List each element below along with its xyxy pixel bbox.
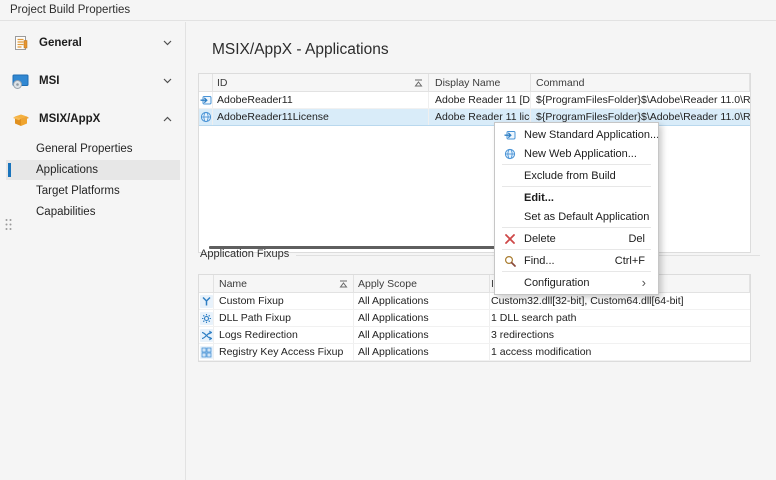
- sidebar-item-label: General: [39, 37, 82, 49]
- standard-app-icon: [495, 129, 524, 141]
- web-app-icon: [199, 109, 213, 125]
- chevron-down-icon[interactable]: [163, 40, 172, 46]
- menu-item-configuration[interactable]: Configuration ›: [495, 273, 658, 292]
- menu-item-delete[interactable]: Delete Del: [495, 229, 658, 248]
- menu-separator: [502, 249, 651, 250]
- header-name-column[interactable]: Name: [214, 275, 354, 292]
- drag-grip-icon[interactable]: [4, 218, 13, 236]
- window-title-bar: Project Build Properties: [0, 0, 776, 21]
- sort-ascending-icon: [414, 79, 423, 87]
- cell-apply-scope: All Applications: [354, 310, 490, 326]
- menu-item-new-standard-application[interactable]: New Standard Application...: [495, 125, 658, 144]
- cell-fixup-name: DLL Path Fixup: [214, 310, 354, 326]
- header-icon-column[interactable]: [199, 74, 213, 91]
- sidebar-item-msix-appx[interactable]: MSIX/AppX: [0, 108, 185, 130]
- cell-id: AdobeReader11: [213, 92, 429, 108]
- sidebar-subitem-label: Applications: [36, 164, 98, 176]
- sidebar: General MSI: [0, 22, 186, 480]
- redirect-arrows-icon: [200, 329, 213, 342]
- sidebar-subitem-label: Target Platforms: [36, 185, 120, 197]
- menu-item-new-web-application[interactable]: New Web Application...: [495, 144, 658, 163]
- sort-ascending-icon: [339, 280, 348, 288]
- application-fixups-table: Name Apply Scope Information: [198, 274, 751, 362]
- applications-table: ID Display Name Command: [198, 73, 751, 253]
- menu-shortcut: Del: [628, 233, 658, 245]
- chevron-down-icon[interactable]: [163, 78, 172, 84]
- standard-app-icon: [199, 92, 213, 108]
- cell-information: 1 DLL search path: [490, 310, 750, 326]
- menu-separator: [502, 164, 651, 165]
- sidebar-item-target-platforms[interactable]: Target Platforms: [6, 181, 180, 201]
- registry-grid-icon: [200, 346, 213, 359]
- gear-icon: [200, 312, 213, 325]
- menu-shortcut: Ctrl+F: [615, 255, 658, 267]
- cell-apply-scope: All Applications: [354, 344, 490, 360]
- fixups-table-header: Name Apply Scope Information: [199, 275, 750, 293]
- package-box-icon: [12, 110, 30, 128]
- sidebar-item-applications[interactable]: Applications: [6, 160, 180, 180]
- application-row-adobereader11license[interactable]: AdobeReader11License Adobe Reader 11 lic…: [199, 109, 750, 126]
- menu-item-find[interactable]: Find... Ctrl+F: [495, 251, 658, 270]
- header-icon-column[interactable]: [199, 275, 214, 292]
- sidebar-item-msi[interactable]: MSI: [0, 70, 185, 92]
- header-apply-scope-column[interactable]: Apply Scope: [354, 275, 490, 292]
- cell-apply-scope: All Applications: [354, 293, 490, 309]
- header-id-column[interactable]: ID: [213, 74, 429, 91]
- custom-fixup-icon: [200, 295, 213, 308]
- chevron-up-icon[interactable]: [163, 116, 172, 122]
- submenu-arrow-icon: ›: [642, 276, 658, 289]
- fixup-row-registry-key-access[interactable]: Registry Key Access Fixup All Applicatio…: [199, 344, 750, 361]
- project-build-properties-window: Project Build Properties General: [0, 0, 776, 480]
- fixup-row-dll-path-fixup[interactable]: DLL Path Fixup All Applications 1 DLL se…: [199, 310, 750, 327]
- application-row-adobereader11[interactable]: AdobeReader11 Adobe Reader 11 [Default] …: [199, 92, 750, 109]
- document-icon: [12, 34, 30, 52]
- context-menu: New Standard Application... New Web Appl…: [494, 122, 659, 295]
- cell-fixup-name: Registry Key Access Fixup: [214, 344, 354, 360]
- cell-id: AdobeReader11License: [213, 109, 429, 125]
- cell-display-name: Adobe Reader 11 [Default]: [429, 92, 531, 108]
- fixup-row-logs-redirection[interactable]: Logs Redirection All Applications 3 redi…: [199, 327, 750, 344]
- cell-fixup-name: Custom Fixup: [214, 293, 354, 309]
- page-heading: MSIX/AppX - Applications: [212, 41, 389, 59]
- cell-information: Custom32.dll[32-bit], Custom64.dll[64-bi…: [490, 293, 750, 309]
- header-command-column[interactable]: Command: [531, 74, 750, 91]
- menu-item-set-as-default-application[interactable]: Set as Default Application: [495, 207, 658, 226]
- fixup-row-custom-fixup[interactable]: Custom Fixup All Applications Custom32.d…: [199, 293, 750, 310]
- cell-command: ${ProgramFilesFolder}$\Adobe\Reader 11.0…: [531, 92, 750, 108]
- sidebar-item-label: MSIX/AppX: [39, 113, 100, 125]
- applications-table-header: ID Display Name Command: [199, 74, 750, 92]
- msi-disc-icon: [12, 72, 30, 90]
- header-display-name-column[interactable]: Display Name: [429, 74, 531, 91]
- delete-x-icon: [495, 233, 524, 245]
- cell-information: 3 redirections: [490, 327, 750, 343]
- cell-apply-scope: All Applications: [354, 327, 490, 343]
- menu-separator: [502, 227, 651, 228]
- menu-item-exclude-from-build[interactable]: Exclude from Build: [495, 166, 658, 185]
- menu-separator: [502, 271, 651, 272]
- sidebar-subitem-label: Capabilities: [36, 206, 95, 218]
- sidebar-item-general[interactable]: General: [0, 32, 185, 54]
- sidebar-item-label: MSI: [39, 75, 59, 87]
- cell-information: 1 access modification: [490, 344, 750, 360]
- fixups-group-label: Application Fixups: [200, 248, 289, 260]
- menu-item-edit[interactable]: Edit...: [495, 188, 658, 207]
- search-icon: [495, 255, 524, 267]
- selection-accent-bar: [8, 163, 11, 177]
- sidebar-item-capabilities[interactable]: Capabilities: [6, 202, 180, 222]
- page-title: Project Build Properties: [10, 4, 130, 16]
- sidebar-subitem-label: General Properties: [36, 143, 133, 155]
- web-app-icon: [495, 148, 524, 160]
- menu-separator: [502, 186, 651, 187]
- sidebar-item-general-properties[interactable]: General Properties: [6, 139, 180, 159]
- cell-fixup-name: Logs Redirection: [214, 327, 354, 343]
